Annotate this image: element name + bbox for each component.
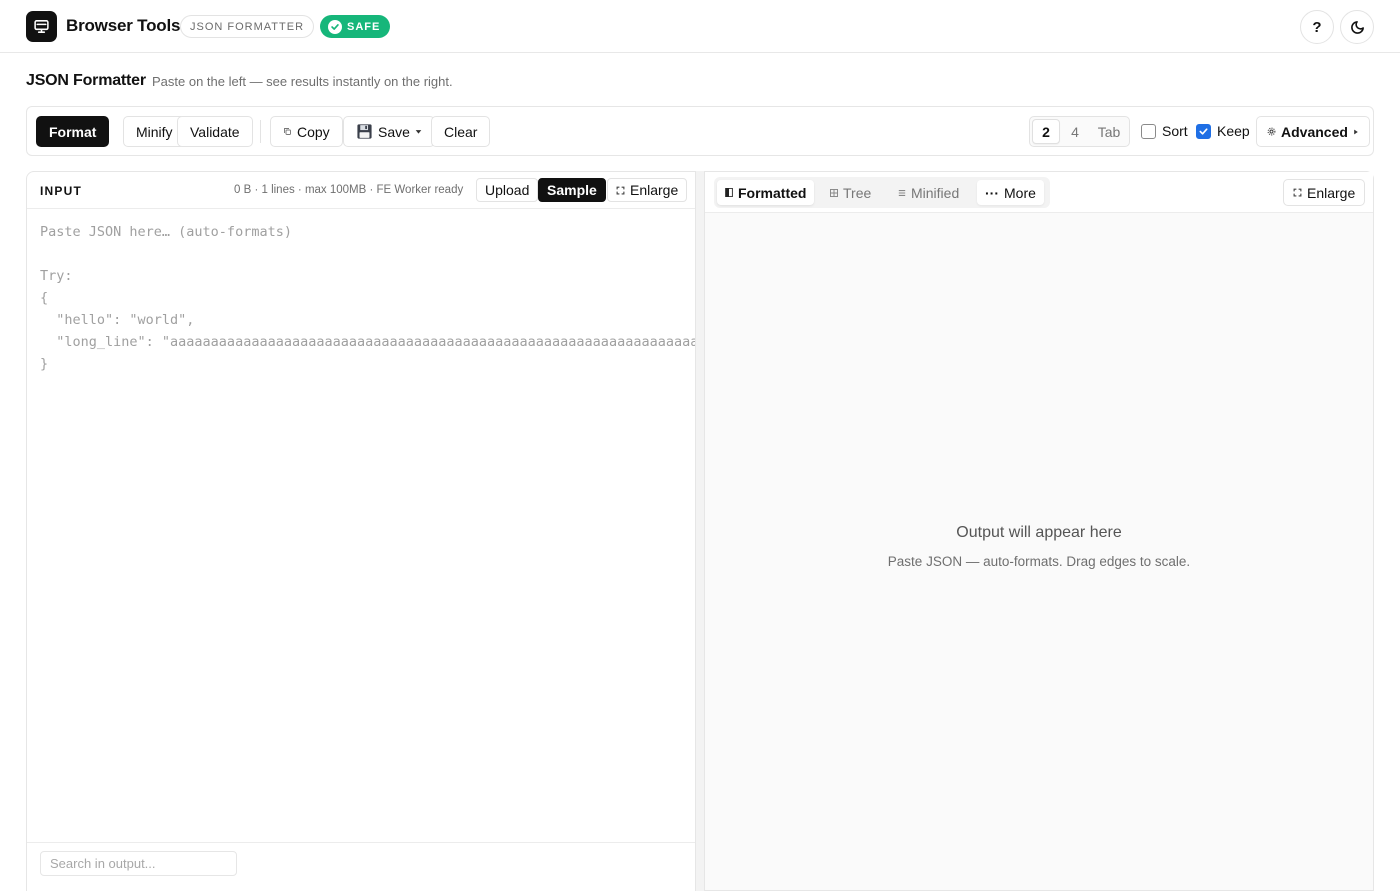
validate-button[interactable]: Validate xyxy=(177,116,253,147)
check-circle-icon xyxy=(328,19,342,34)
page-subtitle: Paste on the left — see results instantl… xyxy=(152,74,453,89)
input-meta: 0 B · 1 lines · max 100MB · FE Worker re… xyxy=(234,184,464,196)
tab-tree[interactable]: Tree xyxy=(822,180,879,205)
tab-formatted-label: Formatted xyxy=(738,184,807,201)
keep-label: Keep xyxy=(1217,123,1250,139)
copy-button[interactable]: Copy xyxy=(270,116,343,147)
output-view-tabs: Formatted Tree Minified ··· More xyxy=(714,177,1050,208)
floppy-disk-icon xyxy=(357,124,372,139)
toolbar-divider xyxy=(260,120,261,143)
format-button[interactable]: Format xyxy=(36,116,110,147)
expand-icon xyxy=(1293,188,1302,197)
more-button[interactable]: ··· More xyxy=(977,180,1044,205)
input-panel-header: INPUT 0 B · 1 lines · max 100MB · FE Wor… xyxy=(27,172,695,209)
moon-icon xyxy=(1350,20,1364,34)
page-title: JSON Formatter xyxy=(26,72,146,89)
input-panel-label: INPUT xyxy=(40,184,82,198)
checkmark-icon xyxy=(1199,127,1208,135)
tab-formatted[interactable]: Formatted xyxy=(717,180,815,205)
formatted-view-icon xyxy=(725,188,733,197)
search-bar: Search in output... xyxy=(27,842,695,892)
advanced-button-label: Advanced xyxy=(1281,123,1348,140)
advanced-button[interactable]: Advanced xyxy=(1256,116,1370,147)
gear-icon xyxy=(1267,127,1276,136)
help-button[interactable]: ? xyxy=(1300,10,1334,44)
input-panel: INPUT 0 B · 1 lines · max 100MB · FE Wor… xyxy=(26,171,696,892)
save-button-label: Save xyxy=(378,123,410,140)
theme-toggle-button[interactable] xyxy=(1340,10,1374,44)
brand-name[interactable]: Browser Tools xyxy=(66,16,180,36)
top-bar: Browser Tools JSON FORMATTER SAFE ? xyxy=(0,0,1400,53)
copy-icon xyxy=(284,128,291,135)
output-empty-subtitle: Paste JSON — auto-formats. Drag edges to… xyxy=(887,554,1191,569)
indent-option-2[interactable]: 2 xyxy=(1032,119,1060,144)
keep-checkbox[interactable] xyxy=(1196,123,1211,139)
expand-icon xyxy=(616,186,625,194)
input-enlarge-button[interactable]: Enlarge xyxy=(607,178,688,202)
indent-option-tab[interactable]: Tab xyxy=(1090,119,1128,144)
output-empty-title: Output will appear here xyxy=(956,524,1122,541)
json-input-editor[interactable]: Paste JSON here… (auto-formats) Try: { "… xyxy=(40,221,695,401)
tab-minified[interactable]: Minified xyxy=(890,180,967,205)
keep-toggle[interactable]: Keep xyxy=(1196,123,1250,139)
caret-right-icon xyxy=(1354,129,1358,134)
grid-icon xyxy=(830,188,838,197)
tab-tree-label: Tree xyxy=(843,184,872,201)
more-dots-icon: ··· xyxy=(985,184,999,201)
safe-badge-label: SAFE xyxy=(347,20,381,33)
copy-button-label: Copy xyxy=(297,123,330,140)
output-enlarge-button[interactable]: Enlarge xyxy=(1283,179,1366,206)
clear-button[interactable]: Clear xyxy=(431,116,491,147)
toolbar: Format Minify Validate Copy Save Clear 2… xyxy=(26,106,1374,156)
safe-badge: SAFE xyxy=(320,15,391,38)
monitor-icon[interactable] xyxy=(26,11,57,42)
sort-label: Sort xyxy=(1162,123,1188,139)
panel-resize-handle[interactable] xyxy=(696,171,704,891)
caret-down-icon xyxy=(415,130,422,134)
help-icon: ? xyxy=(1312,18,1322,36)
save-button[interactable]: Save xyxy=(343,116,435,147)
indent-option-4[interactable]: 4 xyxy=(1062,119,1088,144)
output-enlarge-label: Enlarge xyxy=(1307,184,1356,201)
more-button-label: More xyxy=(1004,184,1036,201)
output-panel: Formatted Tree Minified ··· More Enlarge… xyxy=(704,171,1374,891)
input-enlarge-label: Enlarge xyxy=(630,182,679,198)
sort-toggle[interactable]: Sort xyxy=(1141,123,1188,139)
sample-button[interactable]: Sample xyxy=(538,178,606,202)
sort-checkbox[interactable] xyxy=(1141,123,1156,139)
lines-icon xyxy=(898,189,906,196)
tool-tag: JSON FORMATTER xyxy=(180,15,315,38)
upload-button[interactable]: Upload xyxy=(476,178,539,202)
output-panel-header: Formatted Tree Minified ··· More Enlarge xyxy=(705,172,1373,213)
search-input[interactable]: Search in output... xyxy=(40,851,237,876)
indent-selector: 2 4 Tab xyxy=(1029,116,1130,147)
tab-minified-label: Minified xyxy=(911,184,960,201)
